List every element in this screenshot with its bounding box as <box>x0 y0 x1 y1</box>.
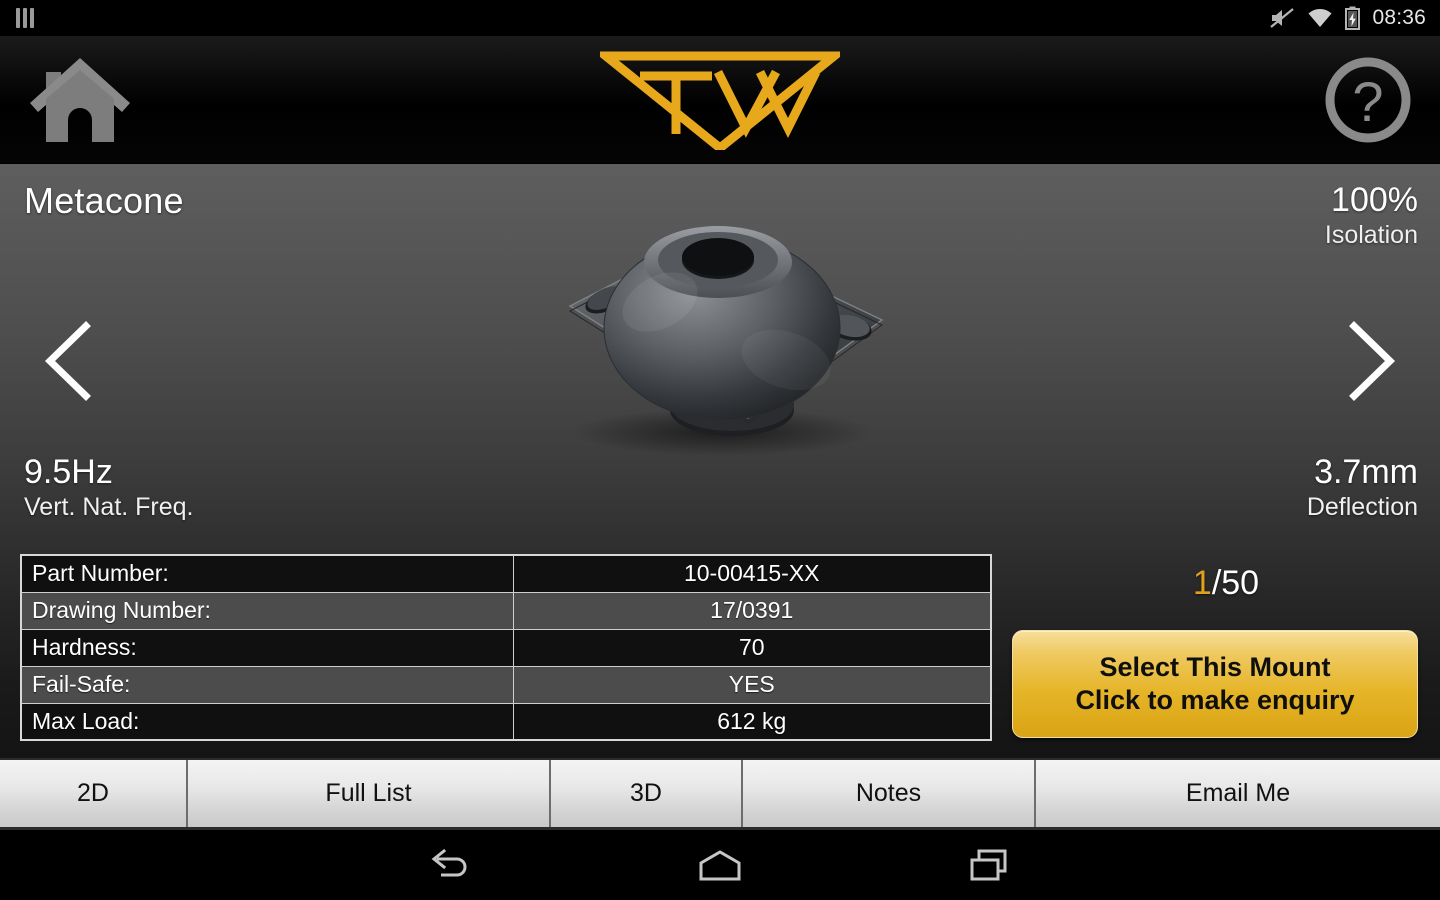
tab-3d[interactable]: 3D <box>551 760 743 827</box>
next-mount-button[interactable] <box>1330 316 1410 406</box>
nav-home-button[interactable] <box>685 840 755 890</box>
tab-2d[interactable]: 2D <box>0 760 188 827</box>
spec-value: 10-00415-XX <box>512 554 992 593</box>
frequency-value: 9.5Hz <box>24 453 113 491</box>
deflection-label: Deflection <box>1306 493 1418 521</box>
spec-value: YES <box>512 665 992 704</box>
isolation-stat: 100% Isolation <box>1325 180 1418 250</box>
table-row: Drawing Number: 17/0391 <box>20 591 992 630</box>
mute-icon <box>1270 8 1295 28</box>
spec-value: 70 <box>512 628 992 667</box>
status-bar-clock: 08:36 <box>1372 6 1426 29</box>
counter-total: /50 <box>1211 564 1260 602</box>
frequency-label: Vert. Nat. Freq. <box>24 493 194 521</box>
spec-key: Max Load: <box>20 702 514 741</box>
bottom-tab-bar: 2D Full List 3D Notes Email Me <box>0 758 1440 830</box>
mount-counter: 1/50 <box>1012 564 1440 603</box>
spec-key: Part Number: <box>20 554 514 593</box>
select-mount-subtitle: Click to make enquiry <box>1075 685 1355 715</box>
tab-email-me[interactable]: Email Me <box>1036 760 1440 827</box>
spec-key: Hardness: <box>20 628 514 667</box>
tw-logo-icon <box>593 51 847 154</box>
battery-charging-icon <box>1345 6 1361 30</box>
table-row: Max Load: 612 kg <box>20 702 992 741</box>
svg-text:?: ? <box>1352 70 1383 133</box>
table-row: Part Number: 10-00415-XX <box>20 554 992 593</box>
chevron-right-icon <box>1349 321 1396 401</box>
counter-current: 1 <box>1192 564 1212 602</box>
wifi-icon <box>1308 9 1332 27</box>
frequency-stat: 9.5Hz Vert. Nat. Freq. <box>24 452 194 522</box>
android-nav-bar <box>0 830 1440 900</box>
spec-key: Drawing Number: <box>20 591 514 630</box>
chevron-left-icon <box>44 321 91 401</box>
table-row: Hardness: 70 <box>20 628 992 667</box>
nav-recents-button[interactable] <box>955 840 1025 890</box>
app-header: ? <box>0 36 1440 164</box>
company-logo <box>593 50 847 154</box>
spec-key: Fail-Safe: <box>20 665 514 704</box>
spec-value: 612 kg <box>512 702 992 741</box>
specification-table: Part Number: 10-00415-XX Drawing Number: 17… <box>20 554 992 741</box>
home-icon <box>699 850 741 881</box>
product-image <box>510 210 930 460</box>
help-icon: ? <box>1325 57 1411 142</box>
select-mount-button[interactable]: Select This Mount Click to make enquiry <box>1012 630 1418 738</box>
deflection-value: 3.7mm <box>1314 453 1418 491</box>
select-mount-title: Select This Mount <box>1099 652 1331 682</box>
android-status-bar: 08:36 <box>0 0 1440 36</box>
nav-back-button[interactable] <box>415 840 485 890</box>
previous-mount-button[interactable] <box>30 316 110 406</box>
home-icon <box>30 57 130 142</box>
isolation-value: 100% <box>1331 181 1418 219</box>
signal-bars-icon <box>16 8 34 28</box>
home-button[interactable] <box>26 54 134 146</box>
tab-full-list[interactable]: Full List <box>188 760 551 827</box>
isolation-label: Isolation <box>1324 221 1418 249</box>
back-icon <box>431 848 467 877</box>
deflection-stat: 3.7mm Deflection <box>1307 452 1418 522</box>
page-title: Metacone <box>24 180 184 221</box>
app-screen: 08:36 ? Metacone 100% Isolation 9.5Hz Ve… <box>0 0 1440 900</box>
help-button[interactable]: ? <box>1320 52 1416 148</box>
recents-icon <box>970 849 1007 881</box>
table-row: Fail-Safe: YES <box>20 665 992 704</box>
spec-value: 17/0391 <box>512 591 992 630</box>
tab-notes[interactable]: Notes <box>743 760 1036 827</box>
product-detail-panel: Metacone 100% Isolation 9.5Hz Vert. Nat.… <box>0 164 1440 758</box>
